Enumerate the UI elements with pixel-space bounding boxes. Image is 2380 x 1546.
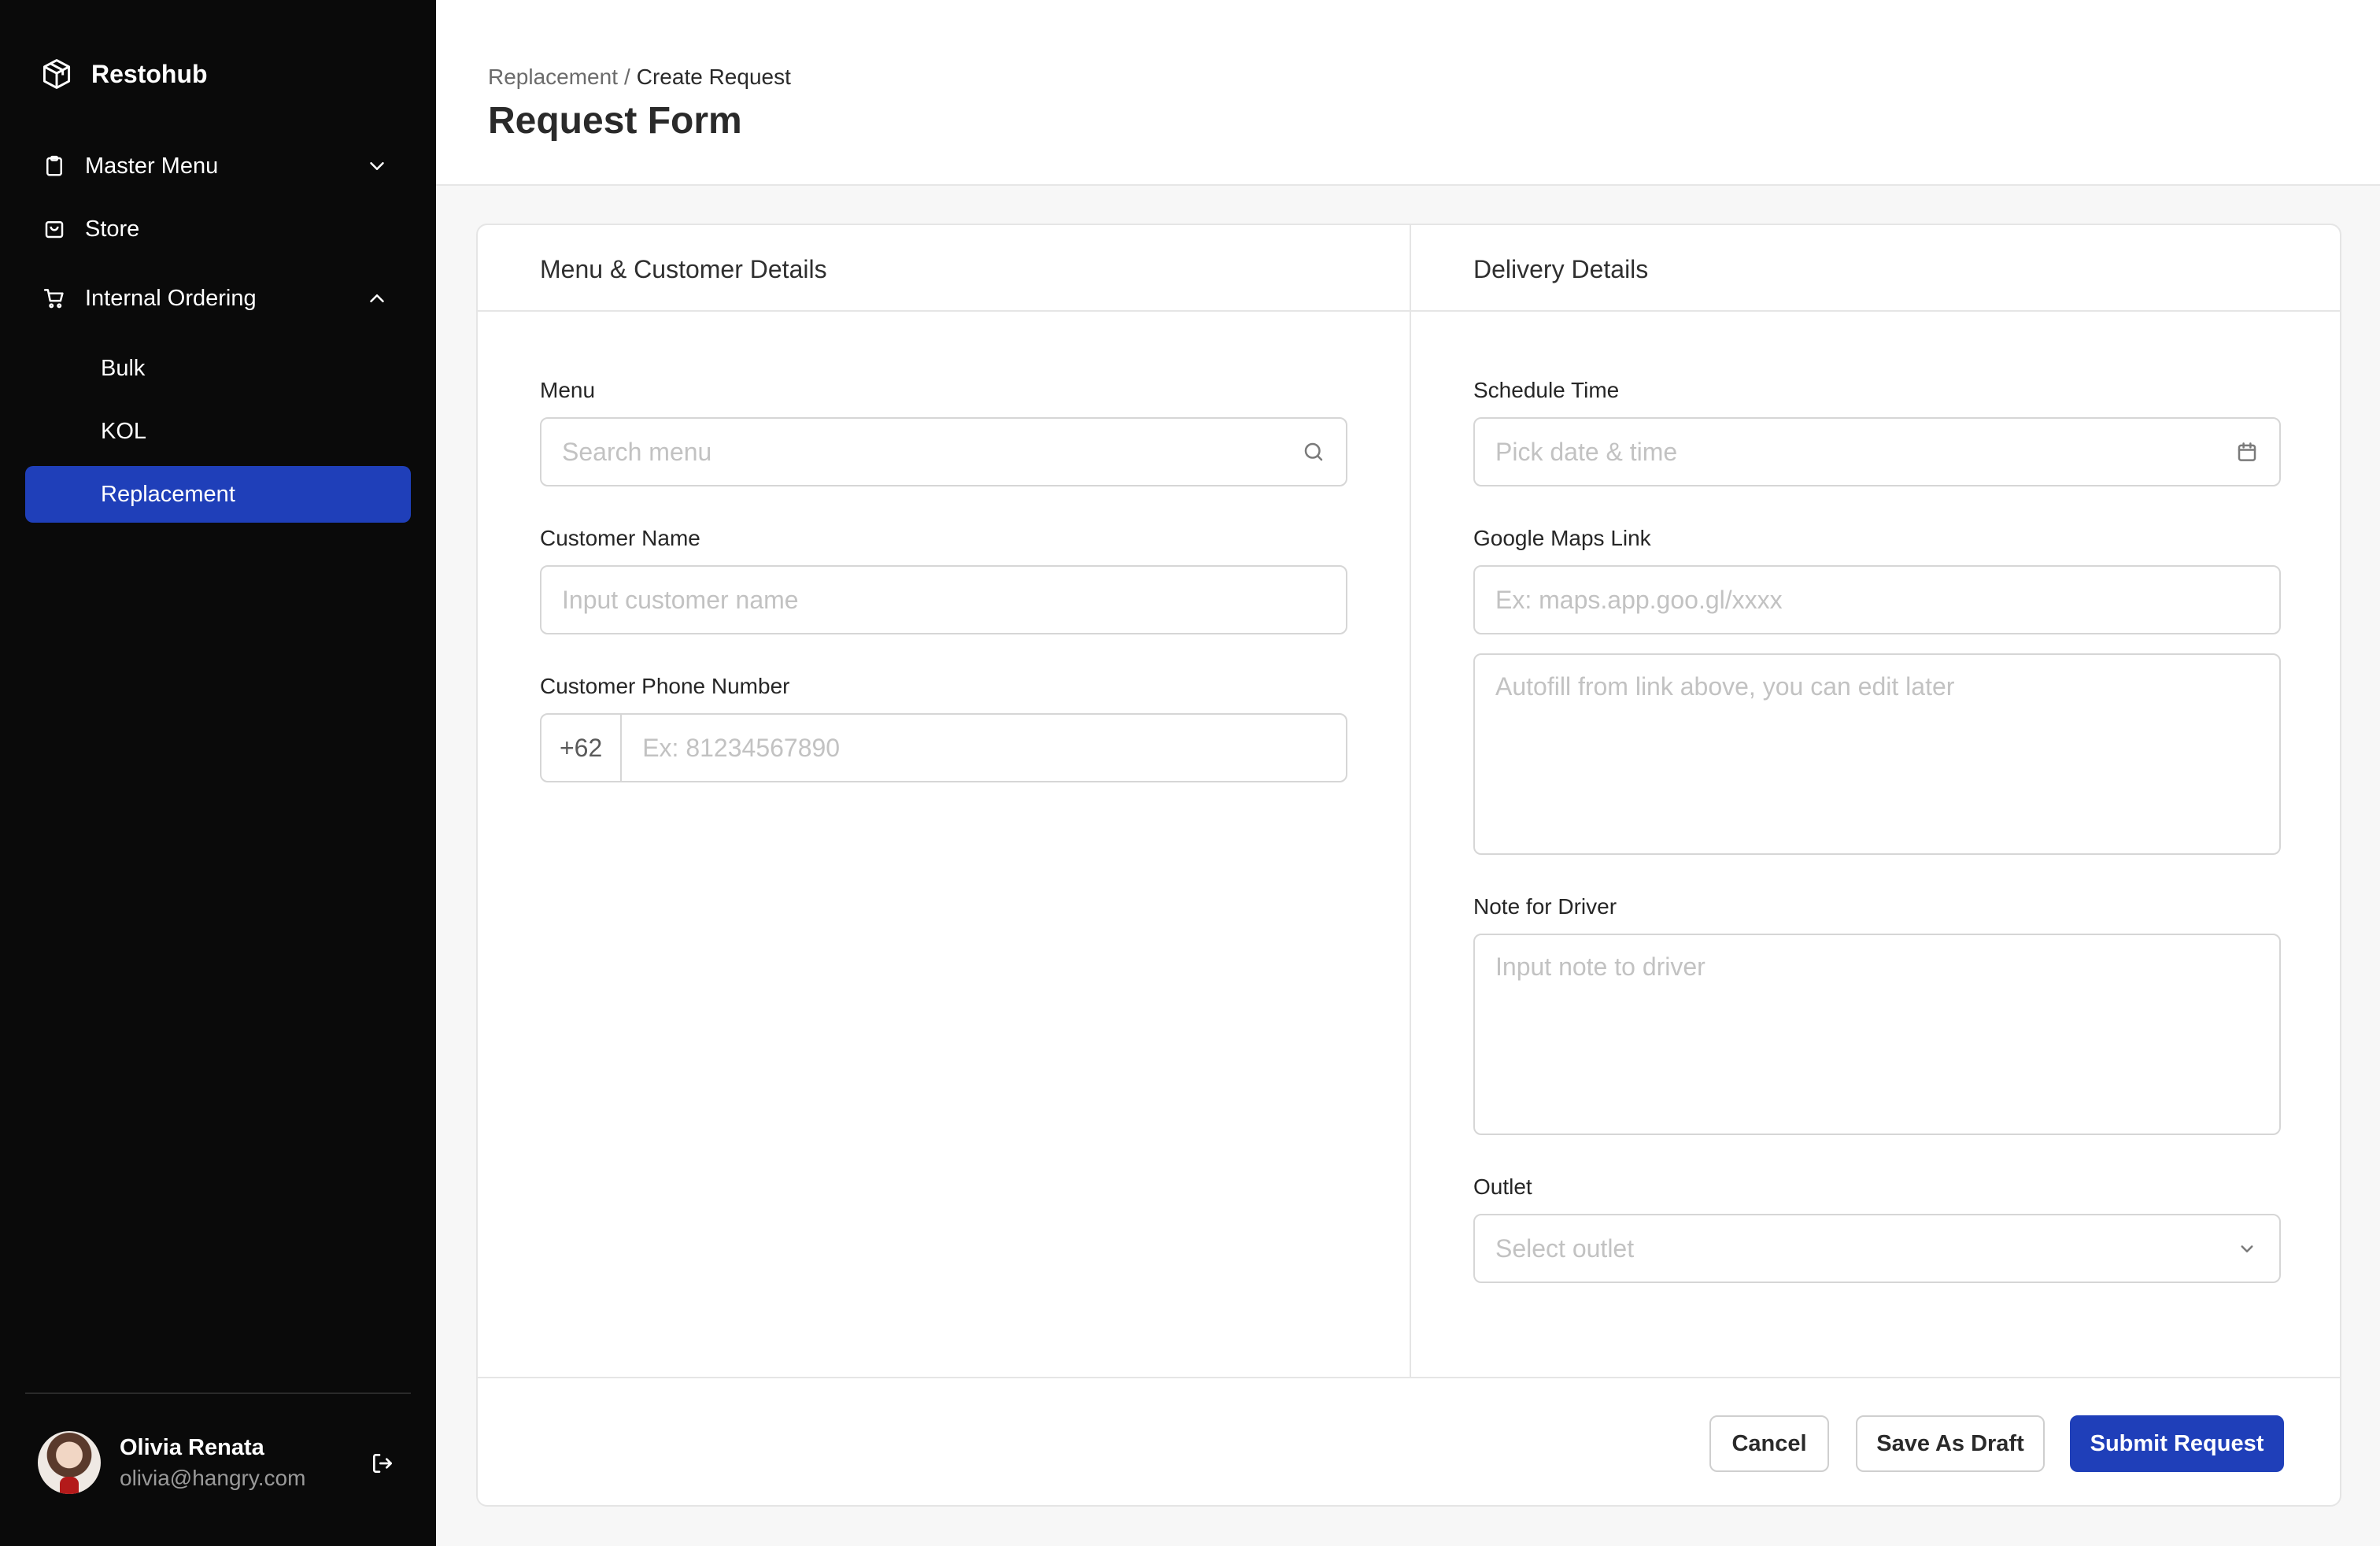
cancel-button[interactable]: Cancel: [1709, 1415, 1829, 1472]
user-name: Olivia Renata: [120, 1434, 264, 1460]
calendar-icon[interactable]: [2235, 440, 2259, 464]
submit-request-button[interactable]: Submit Request: [2070, 1415, 2284, 1472]
maps-link-input[interactable]: [1475, 567, 2279, 633]
app-root: Restohub Master Menu Store Internal Orde…: [0, 0, 2380, 1546]
sidebar-subitem-label: Replacement: [101, 481, 235, 507]
card-footer-divider: [478, 1377, 2340, 1378]
sidebar-subitem-label: KOL: [101, 418, 147, 444]
driver-note-field[interactable]: [1473, 934, 2281, 1135]
maps-link-label: Google Maps Link: [1473, 526, 1651, 550]
main-content: Replacement / Create Request Request Form …: [436, 0, 2380, 1546]
outlet-select[interactable]: Select outlet: [1473, 1214, 2281, 1283]
customer-phone-field[interactable]: +62: [540, 713, 1347, 782]
user-info: Olivia Renata olivia@hangry.com: [120, 1435, 305, 1491]
sidebar-subitem-replacement[interactable]: Replacement: [25, 466, 411, 523]
page-title: Request Form: [488, 100, 742, 142]
sidebar-item-label: Internal Ordering: [85, 285, 257, 311]
customer-phone-label: Customer Phone Number: [540, 674, 790, 698]
breadcrumb: Replacement / Create Request: [488, 65, 791, 90]
user-email: olivia@hangry.com: [120, 1465, 306, 1490]
customer-name-field[interactable]: [540, 565, 1347, 634]
sidebar-subitem-kol[interactable]: KOL: [25, 403, 411, 460]
brand-name: Restohub: [91, 59, 208, 88]
logout-icon[interactable]: [370, 1451, 395, 1476]
sidebar-item-internal-ordering[interactable]: Internal Ordering: [25, 270, 411, 327]
driver-note-textarea[interactable]: [1475, 935, 2279, 1134]
menu-search-input[interactable]: [541, 419, 1346, 485]
menu-label: Menu: [540, 378, 596, 402]
user-profile[interactable]: Olivia Renata olivia@hangry.com: [38, 1431, 305, 1494]
sidebar-item-master-menu[interactable]: Master Menu: [25, 138, 411, 194]
chevron-down-icon: [2241, 1245, 2253, 1252]
customer-phone-input[interactable]: [622, 715, 1346, 781]
outlet-label: Outlet: [1473, 1174, 1532, 1199]
chevron-up-icon[interactable]: [365, 287, 389, 310]
sidebar-subitem-label: Bulk: [101, 355, 146, 381]
sidebar-subitem-bulk[interactable]: Bulk: [25, 340, 411, 397]
schedule-time-field[interactable]: [1473, 417, 2281, 486]
menu-search-field[interactable]: [540, 417, 1347, 486]
search-icon: [1304, 442, 1323, 461]
customer-name-input[interactable]: [541, 567, 1346, 633]
store-icon: [45, 221, 64, 239]
schedule-time-label: Schedule Time: [1473, 378, 1620, 402]
sidebar-item-store[interactable]: Store: [25, 201, 411, 257]
phone-country-code: +62: [541, 715, 623, 781]
breadcrumb-current: Create Request: [636, 65, 791, 89]
sidebar-divider: [25, 1393, 411, 1394]
customer-name-label: Customer Name: [540, 526, 700, 550]
section-title-delivery: Delivery Details: [1473, 255, 1649, 283]
request-form-card: Menu & Customer Details Menu Customer Na…: [476, 224, 2341, 1507]
sidebar-item-label: Master Menu: [85, 153, 219, 179]
column-divider: [1410, 225, 1411, 1377]
cart-icon: [43, 289, 64, 309]
breadcrumb-link-replacement[interactable]: Replacement: [488, 65, 618, 89]
address-field[interactable]: [1473, 653, 2281, 855]
brand[interactable]: Restohub: [39, 57, 208, 91]
chevron-down-icon[interactable]: [365, 154, 389, 178]
save-draft-button[interactable]: Save As Draft: [1856, 1415, 2045, 1472]
outlet-select-value: Select outlet: [1495, 1233, 1635, 1263]
maps-link-field[interactable]: [1473, 565, 2281, 634]
sidebar-item-label: Store: [85, 216, 140, 242]
section-title-menu-customer: Menu & Customer Details: [540, 255, 827, 283]
driver-note-label: Note for Driver: [1473, 894, 1617, 919]
schedule-time-input[interactable]: [1475, 419, 2279, 485]
sidebar: Restohub Master Menu Store Internal Orde…: [0, 0, 436, 1546]
box-logo-icon: [42, 59, 71, 89]
page-header: Replacement / Create Request Request Form: [436, 0, 2380, 186]
clipboard-icon: [46, 155, 62, 176]
address-textarea[interactable]: [1475, 655, 2279, 853]
avatar[interactable]: [38, 1431, 101, 1494]
breadcrumb-separator: /: [623, 65, 630, 89]
card-header-divider: [478, 310, 2340, 312]
